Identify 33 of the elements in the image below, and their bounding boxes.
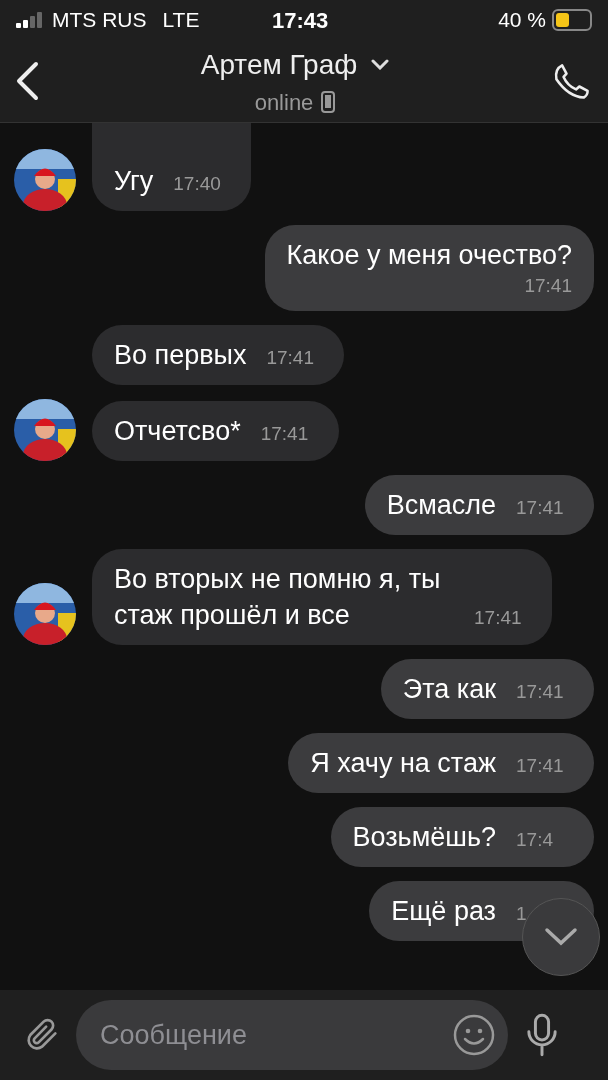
message-text: Угу [114, 165, 154, 198]
back-icon[interactable] [14, 61, 40, 101]
phone-device-icon [321, 91, 336, 113]
message-text: Всмасле [386, 489, 496, 522]
message-text: Возьмёшь? [352, 821, 496, 854]
network-type: LTE [162, 7, 200, 34]
clock: 17:43 [272, 6, 329, 35]
message-time: 17:41 [266, 346, 315, 370]
message-field[interactable]: Сообщение [76, 1000, 508, 1070]
contact-name[interactable]: Артем Граф [200, 43, 358, 86]
carrier-name: MTS RUS [52, 7, 147, 34]
battery-icon [552, 9, 592, 31]
message-time: 17:41 [474, 606, 523, 630]
emoji-icon[interactable] [452, 1013, 496, 1057]
chevron-down-icon[interactable] [371, 59, 390, 70]
message-text: Во вторых не помню я, ты стаж прошёл и все [114, 563, 442, 632]
message-time: 17:41 [516, 496, 565, 520]
message-time: 17:41 [524, 274, 573, 298]
message-text: Какое у меня очество? [286, 239, 573, 272]
message-time: 17:41 [260, 422, 310, 446]
message-text: Ещё раз [391, 895, 496, 928]
message-time: 1 [516, 902, 528, 926]
chevron-down-icon [544, 927, 578, 947]
online-status: online [254, 88, 314, 117]
message-time: 17:41 [516, 754, 565, 778]
message-time: 17:40 [173, 172, 222, 196]
message-text: Я хачу на стаж [310, 747, 496, 780]
message-time: 17:41 [516, 680, 565, 704]
message-text: Отчетсво* [114, 415, 241, 448]
message-time: 17:4 [516, 828, 554, 852]
message-text: Эта как [402, 673, 496, 706]
battery-percent: 40 % [498, 7, 546, 34]
message-text: Во первых [114, 339, 247, 372]
